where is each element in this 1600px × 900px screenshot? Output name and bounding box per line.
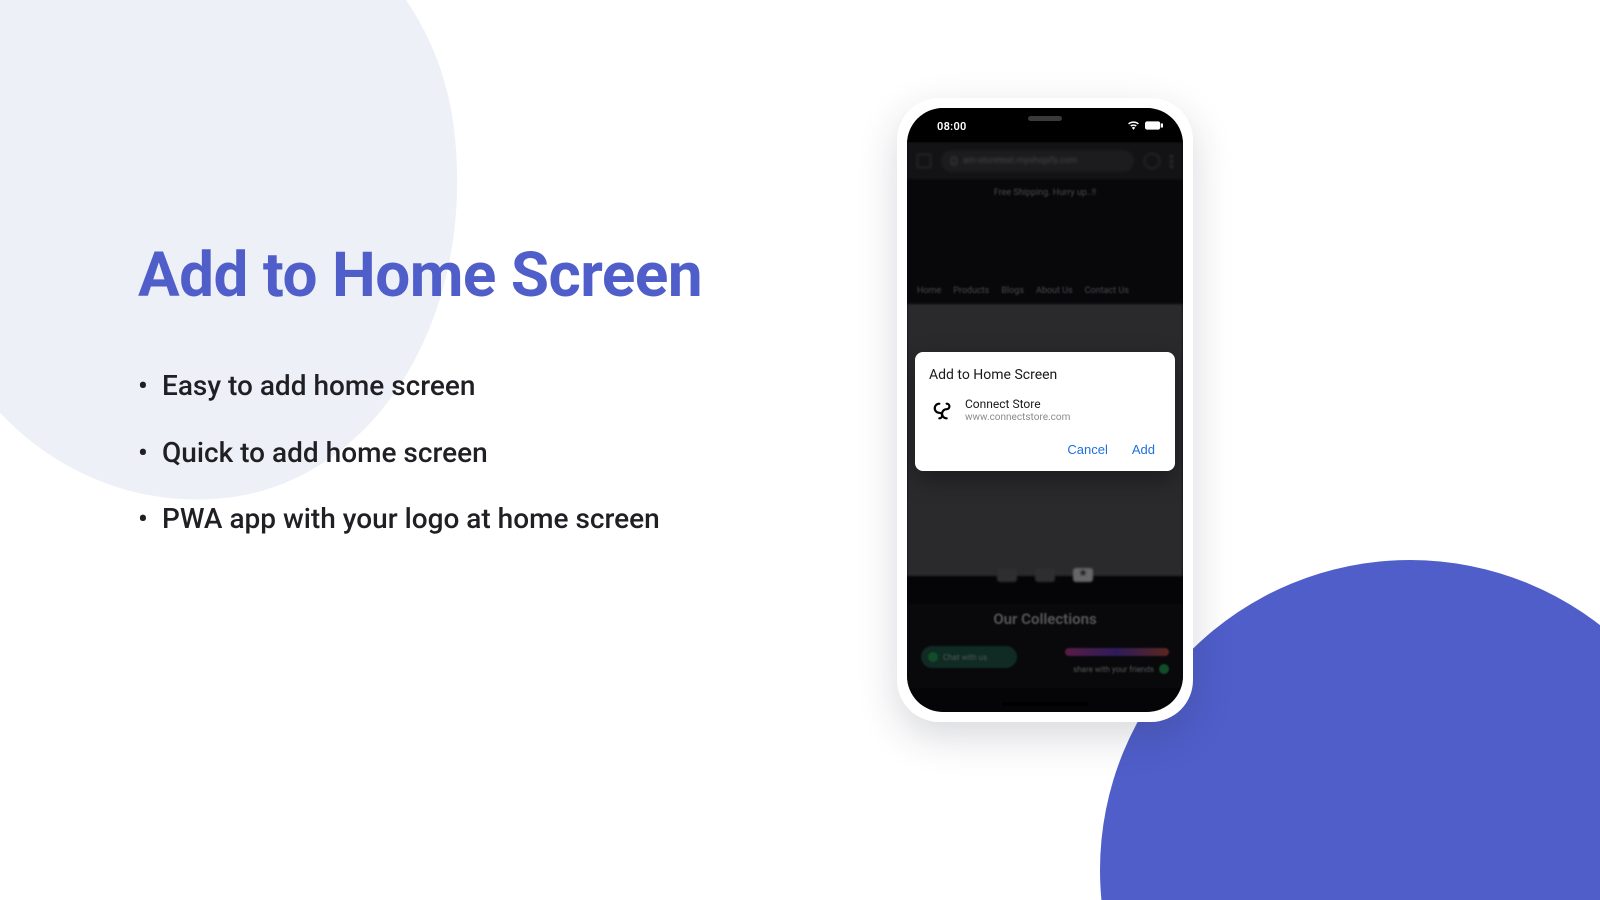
feature-bullet-list: Easy to add home screen Quick to add hom…: [138, 368, 702, 537]
add-to-homescreen-dialog: Add to Home Screen Connect Store www.con…: [915, 352, 1175, 471]
dialog-actions: Cancel Add: [929, 434, 1161, 467]
app-logo-icon: [931, 399, 955, 423]
dialog-app-name: Connect Store: [965, 397, 1070, 411]
home-indicator: [1002, 702, 1088, 706]
dialog-app-url: www.connectstore.com: [965, 412, 1070, 424]
status-time: 08:00: [937, 120, 967, 133]
dialog-title: Add to Home Screen: [929, 367, 1161, 383]
bullet-item: PWA app with your logo at home screen: [138, 501, 702, 537]
bullet-item: Easy to add home screen: [138, 368, 702, 404]
battery-icon: [1145, 121, 1163, 130]
phone-inner: 08:00 am-storetest.myshopify.com Free Sh…: [907, 108, 1183, 712]
phone-screen: 08:00 am-storetest.myshopify.com Free Sh…: [907, 108, 1183, 712]
phone-notch: [970, 108, 1120, 132]
bullet-item: Quick to add home screen: [138, 435, 702, 471]
phone-mockup-frame: 08:00 am-storetest.myshopify.com Free Sh…: [897, 98, 1193, 722]
status-indicators: [1127, 120, 1163, 130]
left-content-panel: Add to Home Screen Easy to add home scre…: [138, 242, 702, 567]
page-title: Add to Home Screen: [138, 242, 702, 310]
add-button[interactable]: Add: [1132, 442, 1155, 457]
wifi-icon: [1127, 120, 1140, 130]
dialog-app-row: Connect Store www.connectstore.com: [929, 397, 1161, 424]
cancel-button[interactable]: Cancel: [1067, 442, 1107, 457]
